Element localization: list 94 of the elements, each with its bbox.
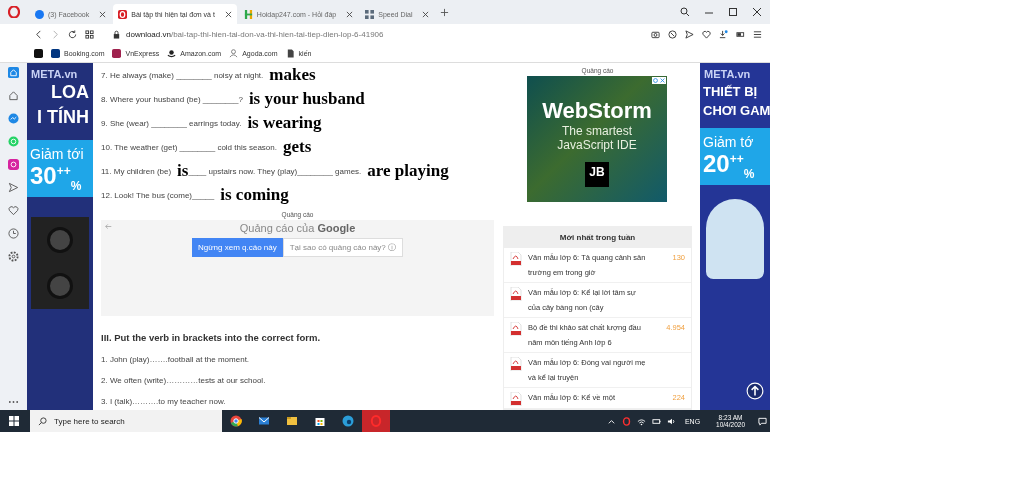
pdf-file-icon [510, 357, 522, 371]
ad-headline: WebStorm [542, 98, 652, 124]
heart-icon[interactable] [702, 29, 711, 39]
handwritten-answer: is your husband [248, 89, 365, 109]
exercise-text: 7. He always (make) ________ noisy at night. [101, 70, 264, 80]
handwritten-answer: is coming [220, 185, 289, 205]
ad-headline: I TÍNH [36, 105, 90, 129]
maximize-icon[interactable] [728, 7, 738, 17]
section-heading: III. Put the verb in brackets into the correct form. [101, 332, 322, 343]
pdf-file-icon [510, 287, 522, 301]
battery-icon[interactable] [651, 416, 661, 426]
menu-icon[interactable] [753, 29, 762, 39]
handwritten-answer: are playing [367, 161, 449, 181]
app-icon [370, 415, 382, 427]
pdf-file-icon [510, 392, 522, 406]
close-icon[interactable] [99, 10, 107, 18]
stop-ad-button[interactable]: Ngừng xem q.cáo này [192, 238, 283, 257]
send-icon[interactable] [685, 29, 694, 39]
exercise-text: 9. She (wear) ________ earrings today. [101, 118, 242, 128]
exercise-text: 10. The weather (get) ________ cold this season. [101, 142, 277, 152]
bookmark-icon[interactable] [167, 48, 177, 58]
handwritten-answer: is wearing [247, 113, 322, 133]
ad-tagline: The smartest [562, 124, 632, 138]
ad-brand: META.vn [703, 67, 752, 80]
ad-headline: CHƠI GAM [702, 102, 770, 118]
app-icon [342, 415, 354, 427]
house-icon[interactable] [8, 90, 19, 101]
grid-icon [365, 9, 375, 19]
handwritten-answer: gets [282, 137, 312, 157]
more-icon[interactable] [8, 400, 19, 404]
url-field[interactable]: download.vn/bai-tap-thi-hien-tai-don-va-thi-hien-tai-tiep-dien-lop-6-41906 [126, 29, 643, 39]
back-icon[interactable] [34, 29, 43, 39]
lock-icon [112, 29, 121, 39]
send-icon[interactable] [8, 182, 19, 193]
heart-icon[interactable] [8, 205, 19, 216]
handwritten-answer: makes [269, 65, 316, 85]
pdf-file-icon [510, 252, 522, 266]
webstorm-ad[interactable]: WebStorm The smartest JavaScript IDE JB [527, 76, 667, 202]
app-icon [314, 415, 326, 427]
search-icon [38, 416, 47, 426]
ad-headline: THIẾT BỊ [702, 83, 759, 99]
handwritten-answer: is [177, 161, 189, 181]
close-icon[interactable] [224, 10, 232, 18]
ad-heading: Quảng cáo của Google [239, 222, 356, 234]
ad-choices-icon[interactable] [652, 77, 666, 84]
letter-logo-icon [243, 9, 253, 19]
opera-logo-icon [118, 9, 128, 19]
opera-logo-icon[interactable] [621, 416, 631, 426]
exercise-text: 2. We often (write)…………tests at our school. [101, 376, 267, 385]
wifi-icon[interactable] [636, 416, 646, 426]
instagram-icon[interactable] [8, 159, 19, 170]
exercise-text: 11. My children (be) [101, 166, 172, 176]
bookmark-icon[interactable] [285, 48, 295, 58]
reload-icon[interactable] [68, 29, 77, 39]
exercise-text: 3. I (talk)……….to my teacher now. [101, 397, 227, 406]
pdf-file-icon [510, 322, 522, 336]
taskbar-search-box[interactable]: Type here to search [30, 410, 222, 432]
arrow-up-icon[interactable] [746, 382, 764, 400]
ad-headline: LOA [50, 81, 90, 104]
home-icon[interactable] [8, 67, 19, 78]
app-icon [286, 415, 298, 427]
new-tab-icon[interactable] [440, 7, 450, 17]
windows-logo-icon[interactable] [9, 416, 19, 426]
ad-tagline: JavaScript IDE [557, 138, 637, 152]
taskbar-search-field[interactable]: Type here to search [52, 415, 216, 427]
close-icon[interactable] [422, 10, 430, 18]
download-icon[interactable] [719, 29, 728, 39]
exercise-text: 8. Where your husband (be) ________? [101, 94, 243, 104]
clock-icon[interactable] [8, 228, 19, 239]
block-icon[interactable] [668, 29, 677, 39]
exercise-text: 12. Look! The bus (come)_____ [101, 190, 215, 200]
app-icon [258, 415, 270, 427]
jb-logo: JB [585, 162, 609, 187]
close-icon[interactable] [752, 7, 762, 17]
panel-heading: Mới nhất trong tuần [504, 227, 691, 248]
close-icon[interactable] [346, 10, 354, 18]
why-ad-button[interactable]: Tại sao có quảng cáo này? ⓘ [282, 238, 403, 257]
promo-text: Giảm tớ [703, 134, 755, 150]
battery-icon[interactable] [736, 29, 745, 39]
messenger-icon[interactable] [8, 113, 19, 124]
opera-logo-icon[interactable] [8, 6, 20, 18]
volume-icon[interactable] [666, 416, 676, 426]
bookmark-icon[interactable] [112, 48, 122, 58]
notification-icon[interactable] [758, 416, 767, 426]
exercise-text: ____ upstairs now. They (play)________ games. [188, 166, 362, 176]
camera-icon[interactable] [651, 29, 660, 39]
promo-text: Giảm tới [30, 146, 85, 162]
settings-icon[interactable] [8, 251, 19, 262]
exercise-text: 1. John (play)…….football at the moment. [101, 355, 251, 364]
app-icon [230, 415, 242, 427]
grid-icon[interactable] [85, 29, 94, 39]
ad-brand: META.vn [30, 67, 79, 80]
circle-logo-icon [35, 9, 44, 19]
search-icon[interactable] [680, 7, 690, 17]
